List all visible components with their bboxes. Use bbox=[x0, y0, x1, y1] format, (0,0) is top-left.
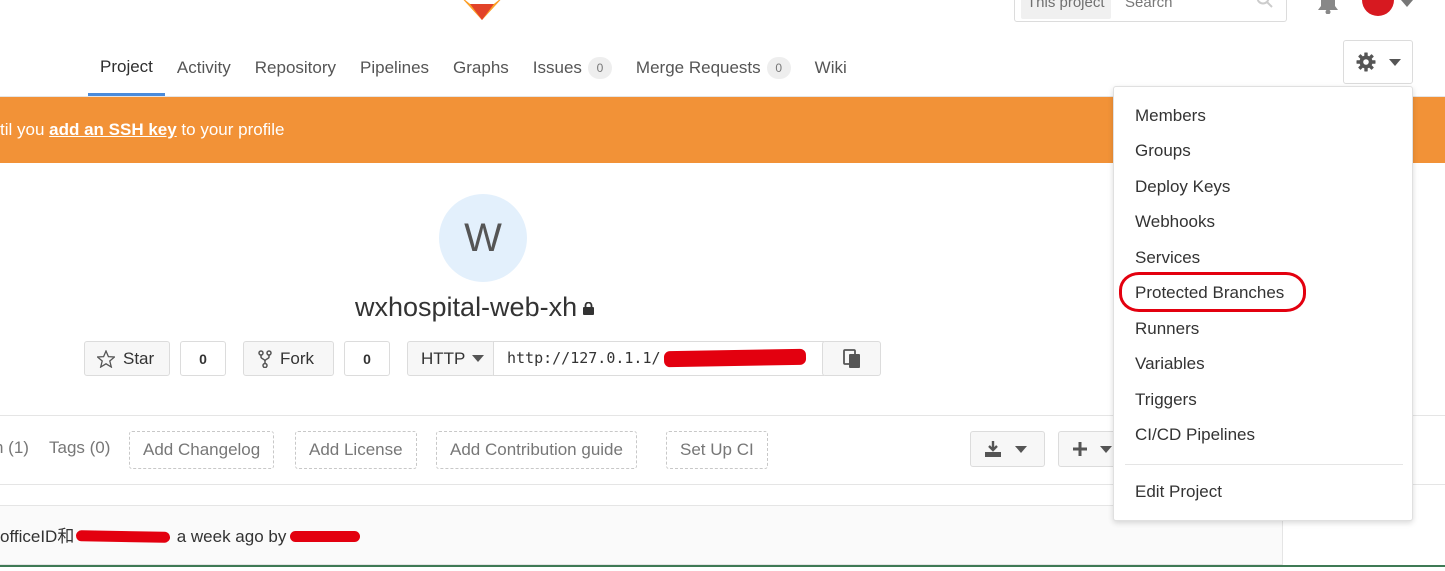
project-avatar: W bbox=[439, 194, 527, 282]
gear-icon bbox=[1356, 52, 1376, 72]
bottom-edge bbox=[0, 565, 1445, 571]
lock-icon bbox=[583, 302, 595, 316]
chevron-down-icon bbox=[1100, 446, 1112, 453]
menu-item-services[interactable]: Services bbox=[1135, 248, 1200, 268]
menu-item-ci-cd-pipelines[interactable]: CI/CD Pipelines bbox=[1135, 425, 1255, 445]
flash-text-suffix: to your profile bbox=[176, 120, 285, 139]
merge-requests-count-badge: 0 bbox=[766, 57, 791, 79]
fork-count[interactable]: 0 bbox=[344, 341, 390, 376]
project-nav: Project Activity Repository Pipelines Gr… bbox=[88, 40, 859, 96]
menu-divider bbox=[1125, 464, 1403, 465]
tab-label: Issues bbox=[532, 58, 582, 77]
download-icon bbox=[985, 441, 1001, 457]
commit-meta: · a week ago by bbox=[166, 527, 287, 546]
star-label: Star bbox=[123, 348, 155, 368]
tab-label: Repository bbox=[254, 58, 337, 77]
tab-label: Merge Requests bbox=[635, 58, 761, 77]
fork-button[interactable]: Fork bbox=[243, 341, 334, 376]
search-placeholder: Search bbox=[1125, 0, 1173, 11]
plus-icon bbox=[1073, 442, 1087, 456]
tab-pipelines[interactable]: Pipelines bbox=[348, 40, 441, 96]
menu-item-webhooks[interactable]: Webhooks bbox=[1135, 212, 1215, 232]
tab-repository[interactable]: Repository bbox=[243, 40, 348, 96]
chevron-down-icon bbox=[1015, 446, 1027, 453]
menu-item-deploy-keys[interactable]: Deploy Keys bbox=[1135, 177, 1230, 197]
project-name: wxhospital-web-xh bbox=[355, 292, 578, 322]
tab-wiki[interactable]: Wiki bbox=[803, 40, 859, 96]
chevron-down-icon bbox=[472, 354, 485, 362]
tab-label: Wiki bbox=[814, 58, 847, 77]
search-icon bbox=[1256, 0, 1273, 8]
project-title: wxhospital-web-xh bbox=[355, 292, 595, 323]
redaction-mark bbox=[663, 348, 807, 368]
tab-merge-requests[interactable]: Merge Requests 0 bbox=[624, 40, 803, 96]
tab-label: Graphs bbox=[453, 58, 509, 77]
menu-item-triggers[interactable]: Triggers bbox=[1135, 390, 1197, 410]
menu-item-variables[interactable]: Variables bbox=[1135, 354, 1205, 374]
tags-link[interactable]: Tags (0) bbox=[49, 438, 110, 458]
menu-item-edit-project[interactable]: Edit Project bbox=[1135, 482, 1222, 502]
search-input[interactable]: This project Search bbox=[1014, 0, 1287, 22]
clipboard-icon bbox=[842, 348, 860, 368]
gitlab-logo-icon[interactable] bbox=[458, 0, 506, 22]
menu-item-runners[interactable]: Runners bbox=[1135, 319, 1199, 339]
add-ssh-key-link[interactable]: add an SSH key bbox=[49, 120, 177, 139]
redaction-mark bbox=[75, 530, 171, 543]
clone-protocol-dropdown[interactable]: HTTP bbox=[407, 341, 495, 376]
add-changelog-button[interactable]: Add Changelog bbox=[129, 431, 275, 469]
tab-graphs[interactable]: Graphs bbox=[441, 40, 521, 96]
tab-label: Activity bbox=[176, 58, 231, 77]
tab-label: Pipelines bbox=[360, 58, 430, 77]
flash-text-prefix: til you bbox=[0, 120, 50, 139]
bell-icon[interactable] bbox=[1316, 0, 1340, 14]
star-count[interactable]: 0 bbox=[180, 341, 226, 376]
tab-activity[interactable]: Activity bbox=[165, 40, 243, 96]
protocol-label: HTTP bbox=[421, 348, 466, 368]
copy-url-button[interactable] bbox=[822, 341, 881, 376]
settings-dropdown-menu: Members Groups Deploy Keys Webhooks Serv… bbox=[1113, 86, 1413, 521]
tab-issues[interactable]: Issues 0 bbox=[521, 40, 624, 96]
tab-label: Project bbox=[100, 56, 153, 76]
fork-label: Fork bbox=[280, 348, 314, 368]
user-avatar[interactable] bbox=[1362, 0, 1394, 16]
add-contribution-guide-button[interactable]: Add Contribution guide bbox=[436, 431, 637, 469]
download-button[interactable] bbox=[970, 431, 1045, 467]
redaction-mark bbox=[290, 531, 360, 542]
set-up-ci-button[interactable]: Set Up CI bbox=[666, 431, 768, 469]
tab-project[interactable]: Project bbox=[88, 40, 165, 96]
menu-item-groups[interactable]: Groups bbox=[1135, 141, 1191, 161]
fork-icon bbox=[258, 349, 272, 368]
chevron-down-icon[interactable] bbox=[1401, 0, 1413, 8]
star-button[interactable]: Star bbox=[84, 341, 170, 376]
chevron-down-icon bbox=[1389, 59, 1401, 66]
add-license-button[interactable]: Add License bbox=[295, 431, 417, 469]
branches-link[interactable]: h (1) bbox=[0, 438, 29, 458]
star-icon bbox=[97, 349, 115, 368]
commit-message-prefix[interactable]: officeID和 bbox=[0, 527, 74, 546]
menu-item-protected-branches[interactable]: Protected Branches bbox=[1135, 283, 1284, 303]
issues-count-badge: 0 bbox=[587, 57, 612, 79]
menu-item-members[interactable]: Members bbox=[1135, 106, 1206, 126]
search-scope-label: This project bbox=[1021, 0, 1111, 19]
project-settings-button[interactable] bbox=[1343, 40, 1413, 84]
